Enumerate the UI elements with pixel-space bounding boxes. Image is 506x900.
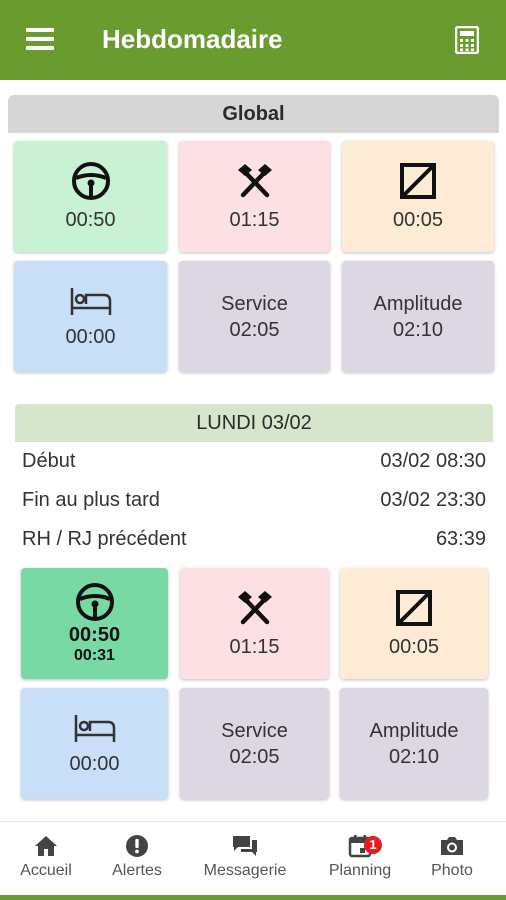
day-availability-tile[interactable]: 00:05 [340, 568, 488, 679]
steering-wheel-icon [75, 582, 114, 621]
tile-value: 00:50 [68, 623, 121, 646]
nav-photo[interactable]: Photo [406, 834, 498, 880]
nav-label: Alertes [112, 862, 162, 879]
info-value: 03/02 23:30 [380, 489, 486, 511]
info-value: 03/02 08:30 [380, 450, 486, 472]
nav-label: Planning [328, 862, 392, 879]
tile-value: 02:05 [229, 318, 280, 341]
bottom-accent-bar [0, 895, 506, 900]
home-icon [35, 836, 57, 856]
tile-value: 00:00 [65, 325, 116, 348]
day-rest-tile[interactable]: 00:00 [21, 688, 168, 799]
notification-badge: 1 [364, 836, 382, 854]
nav-accueil[interactable]: Accueil [0, 834, 92, 880]
nav-label: Messagerie [203, 862, 287, 879]
global-rest-tile[interactable]: 00:00 [14, 261, 167, 372]
steering-wheel-icon [71, 161, 110, 200]
bottom-navigation: Accueil Alertes Messagerie 1 Planning Ph… [0, 821, 506, 900]
availability-square-icon [400, 162, 436, 199]
tile-value: 01:15 [229, 208, 280, 231]
tile-label: Service [221, 719, 288, 742]
tile-label: Amplitude [369, 719, 459, 742]
tile-value: 00:05 [388, 635, 440, 658]
day-driving-tile[interactable]: 00:50 00:31 [21, 568, 168, 679]
info-row-debut: Début 03/02 08:30 [22, 450, 486, 473]
global-availability-tile[interactable]: 00:05 [342, 141, 494, 252]
info-label: Fin au plus tard [22, 489, 160, 511]
global-section-title: Global [8, 95, 499, 133]
nav-label: Accueil [20, 862, 72, 879]
crossed-hammers-icon [237, 590, 272, 624]
day-amplitude-tile[interactable]: Amplitude 02:10 [340, 688, 488, 799]
bed-icon [70, 287, 111, 315]
info-label: RH / RJ précédent [22, 528, 187, 550]
app-bar: Hebdomadaire [0, 0, 506, 80]
nav-label: Photo [431, 862, 473, 879]
nav-alertes[interactable]: Alertes [91, 834, 183, 880]
day-service-tile[interactable]: Service 02:05 [180, 688, 329, 799]
info-label: Début [22, 450, 76, 472]
global-driving-tile[interactable]: 00:50 [14, 141, 167, 252]
alert-icon [126, 835, 148, 857]
bed-icon [74, 714, 115, 742]
page-title: Hebdomadaire [102, 24, 283, 54]
global-amplitude-tile[interactable]: Amplitude 02:10 [342, 261, 494, 372]
nav-planning[interactable]: 1 Planning [314, 834, 406, 880]
tile-value: 02:10 [388, 745, 440, 768]
tile-label: Service [221, 292, 288, 315]
menu-icon[interactable] [26, 28, 54, 52]
tile-label: Amplitude [373, 292, 463, 315]
calculator-icon[interactable] [454, 25, 480, 59]
tile-value: 00:05 [392, 208, 444, 231]
camera-icon [441, 837, 463, 855]
info-row-rh-rj: RH / RJ précédent 63:39 [22, 528, 486, 551]
info-value: 63:39 [435, 528, 486, 550]
tile-subvalue: 00:31 [74, 646, 115, 664]
day-work-tile[interactable]: 01:15 [180, 568, 329, 679]
tile-value: 00:50 [65, 208, 116, 231]
availability-square-icon [396, 589, 432, 626]
tile-value: 02:05 [229, 745, 280, 768]
tile-value: 00:00 [69, 752, 120, 775]
chat-icon [233, 836, 257, 856]
tile-value: 02:10 [392, 318, 444, 341]
global-service-tile[interactable]: Service 02:05 [179, 261, 330, 372]
info-row-fin: Fin au plus tard 03/02 23:30 [22, 489, 486, 512]
crossed-hammers-icon [237, 163, 272, 197]
day-section-title: LUNDI 03/02 [15, 404, 493, 442]
tile-value: 01:15 [229, 635, 280, 658]
nav-messagerie[interactable]: Messagerie [199, 834, 291, 880]
global-work-tile[interactable]: 01:15 [179, 141, 330, 252]
